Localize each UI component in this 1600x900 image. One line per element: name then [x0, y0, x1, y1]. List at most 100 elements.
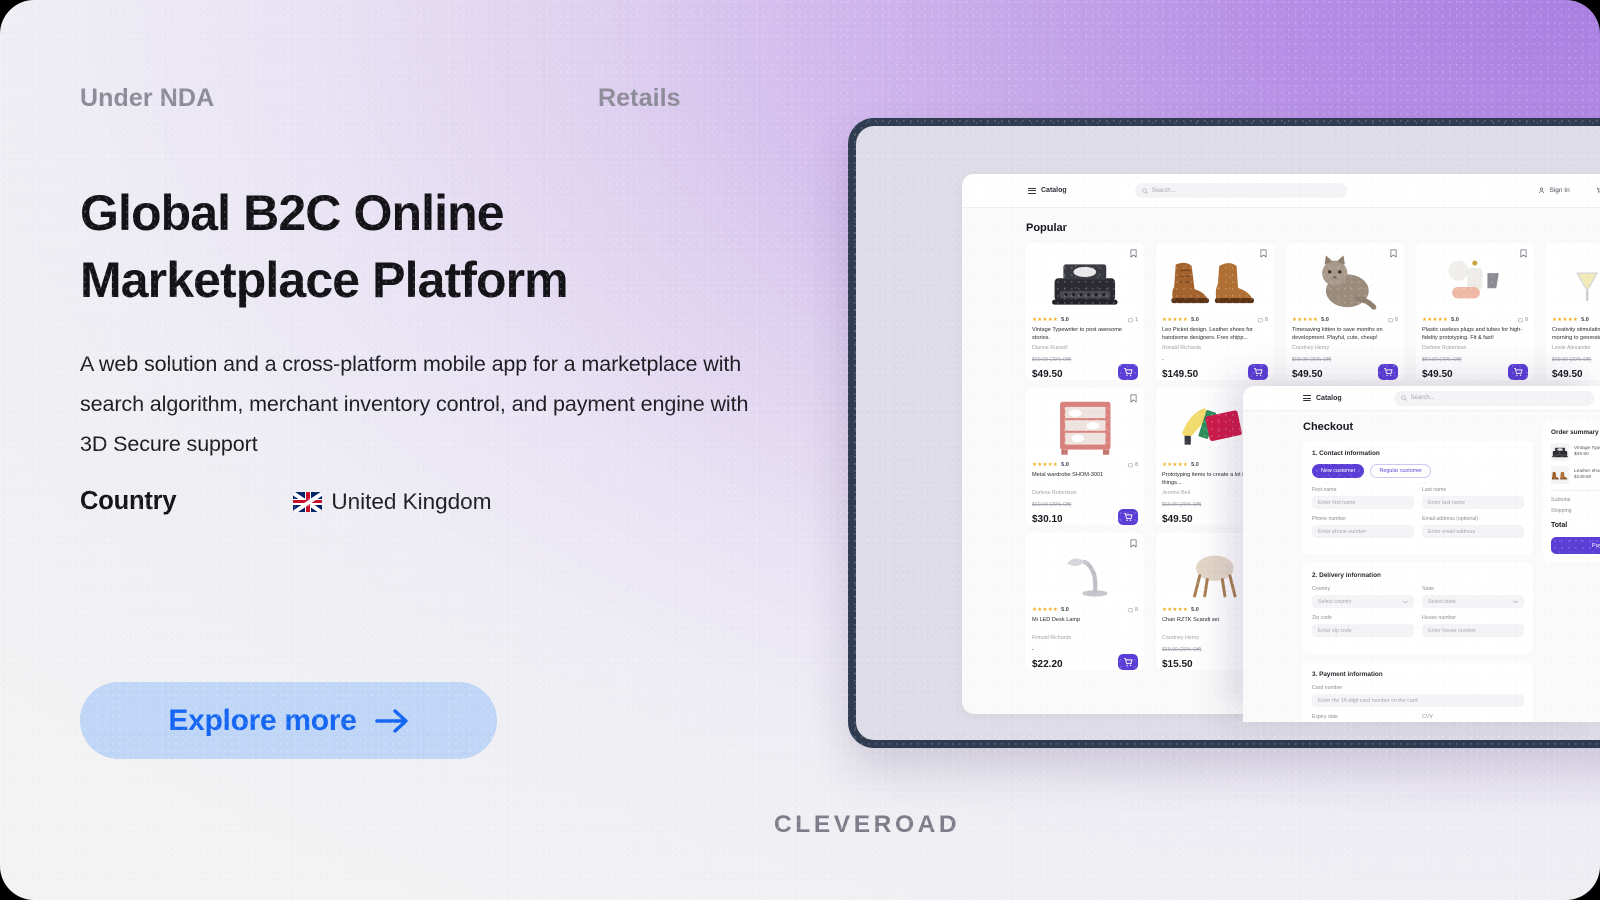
bookmark-icon[interactable] [1260, 249, 1267, 258]
add-to-cart-button[interactable] [1118, 364, 1138, 380]
product-card[interactable]: ★★★★★ 5.0 8 Plastic useless plugs and tubes… [1416, 243, 1534, 380]
explore-more-button[interactable]: Explore more [80, 682, 497, 759]
chevron-down-icon [1513, 600, 1518, 603]
country-name: United Kingdom [331, 488, 492, 514]
field-input[interactable]: Enter first name [1312, 496, 1414, 509]
product-name: Leo Picket design. Leather shoes for han… [1162, 327, 1253, 342]
order-summary-item: Vintage Typewriter$49.50 [1551, 443, 1600, 461]
product-rating-row: ★★★★★5.0 8 [1422, 317, 1528, 323]
product-price: $22.20 [1032, 659, 1063, 670]
form-row: First name Enter first name Last name Enter… [1312, 487, 1524, 509]
field-input[interactable]: Select state [1422, 595, 1524, 608]
country-label: Country [80, 487, 177, 515]
field-input[interactable]: Enter email address [1422, 525, 1524, 538]
pay-now-button[interactable]: Pay now [1551, 537, 1600, 554]
cart-icon [1384, 367, 1393, 376]
field-input[interactable]: Enter the 16-digit card number on the ca… [1312, 694, 1524, 707]
product-price-row: $49.50 [1292, 364, 1398, 380]
add-to-cart-button[interactable] [1248, 364, 1268, 380]
add-to-cart-button[interactable] [1378, 364, 1398, 380]
checkout-section: 2. Delivery information Country Select cou… [1303, 563, 1533, 654]
search-input[interactable]: Search... [1134, 183, 1347, 198]
rating-stars-icon: ★★★★★ [1032, 462, 1059, 468]
order-summary-column: Order summary Vintage Typewriter$49.50 Le… [1543, 421, 1600, 722]
shipping-row: Shipping $5.00 [1551, 508, 1600, 514]
field-input[interactable]: Select country [1312, 595, 1414, 608]
bookmark-icon[interactable] [1130, 394, 1137, 403]
product-card[interactable]: ★★★★★ 5.0 8 Timesaving kitten to save month… [1286, 243, 1404, 380]
product-card[interactable]: ★★★★★ 5.0 8 Mi LED Desk Lamp Ronald Richards… [1026, 533, 1144, 670]
section-heading: 2. Delivery information [1312, 572, 1381, 579]
form-field: Last name Enter last name [1422, 487, 1524, 509]
product-card[interactable]: mate ★★★★★5.08 Creativity stimulating juic… [1546, 243, 1600, 380]
add-to-cart-button[interactable] [1508, 364, 1528, 380]
cart-icon [1124, 367, 1133, 376]
product-price-row: $49.50 [1422, 364, 1528, 380]
rating-stars-icon: ★★★★★ [1162, 317, 1189, 323]
checkout-catalog-button[interactable]: Catalog [1303, 395, 1342, 402]
product-old-price: $69.00 (20% Off) [1552, 357, 1592, 363]
checkout-body: Checkout 1. Contact information New custo… [1243, 411, 1600, 722]
field-label: House number [1422, 615, 1457, 621]
cart-icon [1124, 512, 1133, 521]
checkout-title: Checkout [1303, 421, 1354, 433]
product-image-wardrobe [1032, 396, 1138, 458]
catalog-menu-button[interactable]: Catalog [1028, 187, 1067, 194]
comment-count: 8 [1388, 317, 1398, 323]
product-image-bottle: mate [1552, 251, 1600, 313]
product-old-price: $60.00 (20% Off) [1032, 502, 1072, 508]
section-heading: 3. Payment information [1312, 671, 1383, 678]
add-to-cart-button[interactable] [1118, 654, 1138, 670]
order-item-name: Leather shoes$149.50 [1574, 468, 1600, 480]
checkout-section: 3. Payment information Card number Enter t… [1303, 662, 1533, 722]
chevron-down-icon [1403, 600, 1408, 603]
cart-icon [1124, 657, 1133, 666]
field-label: Last name [1422, 487, 1447, 493]
field-input[interactable]: Enter zip code [1312, 624, 1414, 637]
product-price-row: $149.50 [1162, 364, 1268, 380]
checkout-form-column: Checkout 1. Contact information New custo… [1303, 421, 1533, 722]
bookmark-icon[interactable] [1130, 249, 1137, 258]
product-price: $49.50 [1032, 369, 1063, 380]
rating-value: 5.0 [1191, 462, 1199, 468]
customer-type-toggle[interactable]: New customer Regular customer [1312, 464, 1524, 478]
product-name: Metal wardrobe SHOM-3001 [1032, 472, 1104, 478]
product-image-lamp [1032, 541, 1138, 603]
cart-icon [1596, 187, 1600, 194]
product-seller: Darlene Robertson [1032, 490, 1077, 496]
comment-count: 8 [1518, 317, 1528, 323]
product-rating-row: ★★★★★5.0 8 [1032, 607, 1138, 613]
product-card[interactable]: ★★★★★ 5.0 1 Vintage Typewriter to post awes… [1026, 243, 1144, 380]
subtotal-row: Subtotal $199.00 [1551, 497, 1600, 503]
product-seller: Ronald Richards [1032, 635, 1072, 641]
form-field: Expiry dateEnter the expiration date of … [1312, 714, 1414, 722]
product-name: Plastic useless plugs and tubes for high… [1422, 327, 1523, 342]
cart-button[interactable]: Cart [1596, 187, 1600, 194]
field-label: Card number [1312, 685, 1343, 691]
field-input[interactable]: Enter house number [1422, 624, 1524, 637]
regular-customer-tab[interactable]: Regular customer [1370, 464, 1431, 478]
checkout-search-input[interactable]: Search... [1393, 390, 1594, 406]
bookmark-icon[interactable] [1520, 249, 1527, 258]
left-content-column: Under NDA Retails Global B2C Online Mark… [80, 0, 957, 900]
field-input[interactable]: Enter phone number [1312, 525, 1414, 538]
comment-icon [1388, 317, 1393, 322]
product-price-row: $30.10 [1032, 509, 1138, 525]
field-input[interactable]: Enter last name [1422, 496, 1524, 509]
add-to-cart-button[interactable] [1118, 509, 1138, 525]
product-card[interactable]: ★★★★★ 5.0 8 Metal wardrobe SHOM-3001 Darlene… [1026, 388, 1144, 525]
order-summary-heading: Order summary [1551, 429, 1599, 436]
new-customer-tab[interactable]: New customer [1312, 464, 1365, 478]
field-label: State [1422, 586, 1435, 592]
product-card[interactable]: ★★★★★ 5.0 8 Leo Picket design. Leather shoe… [1156, 243, 1274, 380]
product-name: Creativity stimulating juice. Drink ever… [1552, 327, 1600, 342]
form-field: State Select state [1422, 586, 1524, 608]
field-label: Country [1312, 586, 1331, 592]
product-image-plugs [1422, 251, 1528, 313]
order-summary-item: Leather shoes$149.50 [1551, 466, 1600, 484]
product-price: $49.50 [1422, 369, 1453, 380]
section-heading: 1. Contact information [1312, 450, 1380, 457]
bookmark-icon[interactable] [1130, 539, 1137, 548]
bookmark-icon[interactable] [1390, 249, 1397, 258]
sign-in-button[interactable]: Sign In [1538, 187, 1570, 194]
